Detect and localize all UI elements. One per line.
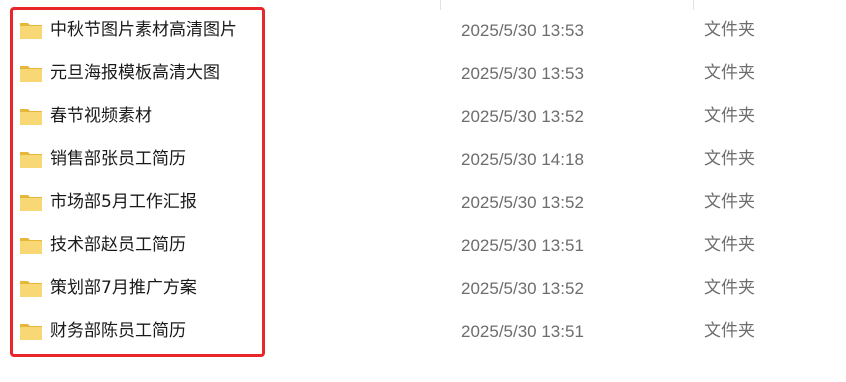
file-type: 文件夹 bbox=[704, 106, 755, 126]
file-type: 文件夹 bbox=[704, 149, 755, 169]
file-row[interactable]: 市场部5月工作汇报 2025/5/30 13:52 文件夹 bbox=[0, 181, 846, 224]
file-name[interactable]: 春节视频素材 bbox=[50, 95, 152, 138]
file-modified-date: 2025/5/30 13:52 bbox=[461, 279, 584, 298]
file-row[interactable]: 春节视频素材 2025/5/30 13:52 文件夹 bbox=[0, 95, 846, 138]
folder-icon bbox=[19, 235, 43, 255]
file-row[interactable]: 元旦海报模板高清大图 2025/5/30 13:53 文件夹 bbox=[0, 52, 846, 95]
file-name[interactable]: 策划部7月推广方案 bbox=[50, 267, 197, 310]
file-modified-date: 2025/5/30 13:52 bbox=[461, 193, 584, 212]
file-name[interactable]: 市场部5月工作汇报 bbox=[50, 181, 197, 224]
file-type: 文件夹 bbox=[704, 321, 755, 341]
folder-icon bbox=[19, 192, 43, 212]
file-name[interactable]: 财务部陈员工简历 bbox=[50, 310, 186, 353]
file-type: 文件夹 bbox=[704, 278, 755, 298]
file-row[interactable]: 技术部赵员工简历 2025/5/30 13:51 文件夹 bbox=[0, 224, 846, 267]
file-modified-date: 2025/5/30 13:51 bbox=[461, 236, 584, 255]
file-type: 文件夹 bbox=[704, 63, 755, 83]
file-modified-date: 2025/5/30 13:53 bbox=[461, 64, 584, 83]
file-modified-date: 2025/5/30 14:18 bbox=[461, 150, 584, 169]
file-type: 文件夹 bbox=[704, 235, 755, 255]
file-list: 中秋节图片素材高清图片 2025/5/30 13:53 文件夹 元旦海报模板高清… bbox=[0, 9, 846, 353]
file-name[interactable]: 中秋节图片素材高清图片 bbox=[50, 9, 237, 52]
file-name[interactable]: 元旦海报模板高清大图 bbox=[50, 52, 220, 95]
file-name[interactable]: 销售部张员工简历 bbox=[50, 138, 186, 181]
file-type: 文件夹 bbox=[704, 20, 755, 40]
file-row[interactable]: 财务部陈员工简历 2025/5/30 13:51 文件夹 bbox=[0, 310, 846, 353]
folder-icon bbox=[19, 63, 43, 83]
file-modified-date: 2025/5/30 13:52 bbox=[461, 107, 584, 126]
folder-icon bbox=[19, 278, 43, 298]
file-modified-date: 2025/5/30 13:53 bbox=[461, 21, 584, 40]
folder-icon bbox=[19, 321, 43, 341]
file-row[interactable]: 策划部7月推广方案 2025/5/30 13:52 文件夹 bbox=[0, 267, 846, 310]
file-name[interactable]: 技术部赵员工简历 bbox=[50, 224, 186, 267]
file-row[interactable]: 中秋节图片素材高清图片 2025/5/30 13:53 文件夹 bbox=[0, 9, 846, 52]
file-modified-date: 2025/5/30 13:51 bbox=[461, 322, 584, 341]
file-row[interactable]: 销售部张员工简历 2025/5/30 14:18 文件夹 bbox=[0, 138, 846, 181]
file-type: 文件夹 bbox=[704, 192, 755, 212]
folder-icon bbox=[19, 149, 43, 169]
folder-icon bbox=[19, 20, 43, 40]
folder-icon bbox=[19, 106, 43, 126]
